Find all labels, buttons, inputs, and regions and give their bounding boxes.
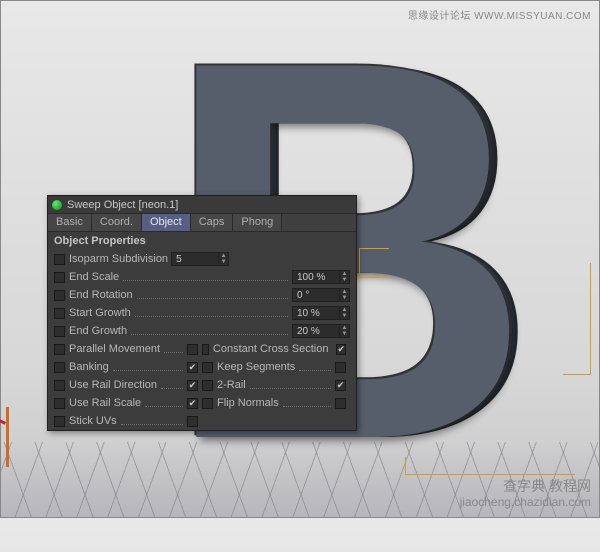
selection-handle-right[interactable] xyxy=(563,263,591,375)
value-checkbox[interactable] xyxy=(335,362,346,373)
number-input[interactable]: 100 %▲▼ xyxy=(292,270,350,284)
property-label: 2-Rail xyxy=(217,379,246,391)
number-input[interactable]: 5▲▼ xyxy=(171,252,229,266)
spinner[interactable]: ▲▼ xyxy=(339,325,349,337)
property-row: Isoparm Subdivision 5▲▼ xyxy=(48,250,356,268)
checkbox-row: Use Rail Scale Flip Normals xyxy=(48,394,356,412)
enable-checkbox[interactable] xyxy=(54,380,65,391)
enable-checkbox[interactable] xyxy=(202,380,213,391)
checkbox-row: Banking Keep Segments xyxy=(48,358,356,376)
number-input[interactable]: 10 %▲▼ xyxy=(292,306,350,320)
dots xyxy=(299,370,331,371)
number-value[interactable]: 5 xyxy=(172,254,218,265)
dots xyxy=(164,352,183,353)
value-checkbox[interactable] xyxy=(187,398,198,409)
property-label: Parallel Movement xyxy=(69,343,160,355)
number-input[interactable]: 20 %▲▼ xyxy=(292,324,350,338)
dots xyxy=(135,316,288,317)
tab-coord[interactable]: Coord. xyxy=(92,214,142,231)
enable-checkbox[interactable] xyxy=(54,290,65,301)
dots xyxy=(161,388,183,389)
enable-checkbox[interactable] xyxy=(54,362,65,373)
checkbox-row: Use Rail Direction 2-Rail xyxy=(48,376,356,394)
panel-tabs: Basic Coord. Object Caps Phong xyxy=(48,214,356,232)
enable-checkbox[interactable] xyxy=(54,272,65,283)
enable-checkbox[interactable] xyxy=(54,398,65,409)
enable-checkbox[interactable] xyxy=(54,326,65,337)
value-checkbox[interactable] xyxy=(187,380,198,391)
spinner[interactable]: ▲▼ xyxy=(339,289,349,301)
selection-handle-mid[interactable] xyxy=(359,248,389,278)
property-label: Stick UVs xyxy=(69,415,117,427)
property-label: Use Rail Direction xyxy=(69,379,157,391)
spinner[interactable]: ▲▼ xyxy=(339,271,349,283)
property-row: Start Growth 10 %▲▼ xyxy=(48,304,356,322)
value-checkbox[interactable] xyxy=(187,344,198,355)
dots xyxy=(250,388,331,389)
enable-checkbox[interactable] xyxy=(202,344,209,355)
section-header: Object Properties xyxy=(48,232,356,250)
enable-checkbox[interactable] xyxy=(202,398,213,409)
panel-titlebar[interactable]: Sweep Object [neon.1] xyxy=(48,196,356,214)
property-label: Banking xyxy=(69,361,109,373)
property-label: Use Rail Scale xyxy=(69,397,141,409)
value-checkbox[interactable] xyxy=(335,380,346,391)
property-label: Isoparm Subdivision xyxy=(69,253,168,265)
number-value[interactable]: 0 ° xyxy=(293,290,339,301)
property-row: End Scale 100 %▲▼ xyxy=(48,268,356,286)
property-label: Constant Cross Section xyxy=(213,343,329,355)
tab-caps[interactable]: Caps xyxy=(191,214,234,231)
checkbox-row: Stick UVs xyxy=(48,412,356,430)
dots xyxy=(283,406,331,407)
spin-down-icon[interactable]: ▼ xyxy=(340,295,349,301)
enable-checkbox[interactable] xyxy=(54,344,65,355)
tab-phong[interactable]: Phong xyxy=(233,214,282,231)
checkbox-row: Parallel Movement Constant Cross Section xyxy=(48,340,356,358)
number-value[interactable]: 20 % xyxy=(293,326,339,337)
property-label: End Rotation xyxy=(69,289,133,301)
dots xyxy=(137,298,288,299)
enable-checkbox[interactable] xyxy=(54,416,65,427)
value-checkbox[interactable] xyxy=(336,344,346,355)
value-checkbox[interactable] xyxy=(187,416,198,427)
property-row: End Rotation 0 °▲▼ xyxy=(48,286,356,304)
property-label: Start Growth xyxy=(69,307,131,319)
tab-basic[interactable]: Basic xyxy=(48,214,92,231)
value-checkbox[interactable] xyxy=(335,398,346,409)
number-value[interactable]: 100 % xyxy=(293,272,339,283)
attribute-panel: Sweep Object [neon.1] Basic Coord. Objec… xyxy=(47,195,357,431)
enable-checkbox[interactable] xyxy=(54,254,65,265)
value-checkbox[interactable] xyxy=(187,362,198,373)
dots xyxy=(131,334,288,335)
tab-object[interactable]: Object xyxy=(142,214,191,231)
panel-title: Sweep Object [neon.1] xyxy=(67,199,178,211)
property-label: Keep Segments xyxy=(217,361,295,373)
property-row: End Growth 20 %▲▼ xyxy=(48,322,356,340)
dots xyxy=(145,406,183,407)
dots xyxy=(121,424,183,425)
selection-handle-bottom[interactable] xyxy=(405,457,575,475)
enable-checkbox[interactable] xyxy=(202,362,213,373)
number-value[interactable]: 10 % xyxy=(293,308,339,319)
enable-checkbox[interactable] xyxy=(54,308,65,319)
number-input[interactable]: 0 °▲▼ xyxy=(292,288,350,302)
property-label: End Scale xyxy=(69,271,119,283)
dots xyxy=(113,370,183,371)
spin-down-icon[interactable]: ▼ xyxy=(340,277,349,283)
sweep-object-icon xyxy=(52,200,62,210)
property-label: Flip Normals xyxy=(217,397,279,409)
spin-down-icon[interactable]: ▼ xyxy=(219,259,228,265)
property-label: End Growth xyxy=(69,325,127,337)
spinner[interactable]: ▲▼ xyxy=(218,253,228,265)
spinner[interactable]: ▲▼ xyxy=(339,307,349,319)
axis-y-gizmo[interactable] xyxy=(6,407,9,467)
dots xyxy=(123,280,288,281)
spin-down-icon[interactable]: ▼ xyxy=(340,313,349,319)
spin-down-icon[interactable]: ▼ xyxy=(340,331,349,337)
